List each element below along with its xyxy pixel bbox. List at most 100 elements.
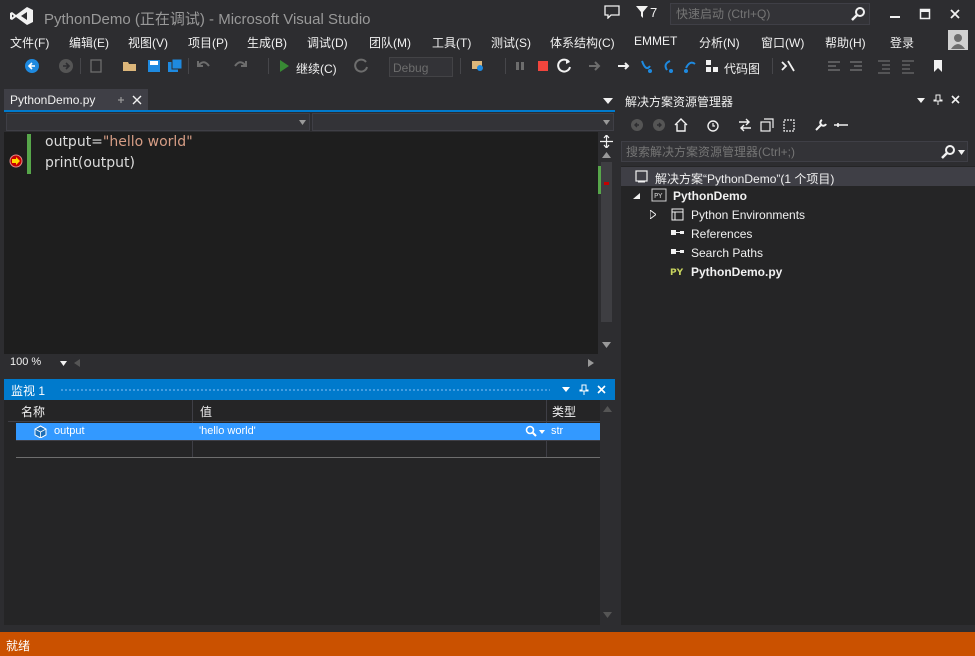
save-all-icon[interactable]: [167, 58, 183, 74]
bookmark-icon[interactable]: [930, 58, 946, 74]
save-icon[interactable]: [146, 58, 162, 74]
tab-list-dropdown-icon[interactable]: [603, 98, 613, 104]
account-avatar[interactable]: [948, 30, 968, 50]
menu-view[interactable]: 视图(V): [128, 34, 168, 51]
show-all-files-icon[interactable]: [781, 117, 797, 133]
stop-debugging-icon[interactable]: [535, 58, 551, 74]
editor-vertical-scrollbar[interactable]: [598, 132, 615, 354]
watch-panel-header[interactable]: 监视 1: [4, 379, 615, 400]
code-map-icon[interactable]: [704, 58, 720, 74]
code-editor[interactable]: output="hello world" print(output): [4, 132, 598, 354]
step-into-icon[interactable]: [638, 58, 654, 74]
close-icon[interactable]: [951, 95, 960, 104]
pin-icon[interactable]: [933, 94, 943, 105]
pin-icon[interactable]: [116, 95, 126, 105]
forward-icon[interactable]: [651, 117, 667, 133]
watch-empty-row[interactable]: [16, 440, 600, 458]
collapsed-arrow-icon[interactable]: [650, 210, 656, 219]
watch-value[interactable]: 'hello world': [199, 425, 256, 437]
quick-launch-box[interactable]: [670, 3, 870, 25]
scroll-up-icon[interactable]: [602, 152, 611, 158]
scroll-down-icon[interactable]: [603, 612, 612, 618]
chevron-down-icon[interactable]: [917, 98, 925, 103]
menu-team[interactable]: 团队(M): [369, 34, 411, 51]
type-scope-dropdown[interactable]: [6, 113, 310, 131]
menu-build[interactable]: 生成(B): [247, 34, 287, 51]
preview-selected-items-icon[interactable]: [833, 117, 849, 133]
solution-configuration-select[interactable]: Debug: [389, 57, 453, 77]
show-next-statement-icon[interactable]: [587, 58, 603, 74]
watch-vertical-scrollbar[interactable]: [600, 400, 615, 625]
continue-play-icon[interactable]: [276, 58, 292, 74]
zoom-dropdown[interactable]: 100 %: [8, 355, 70, 371]
code-line-1[interactable]: output="hello world": [45, 134, 193, 150]
menu-file[interactable]: 文件(F): [10, 34, 49, 51]
scroll-down-icon[interactable]: [602, 342, 611, 348]
scrollbar-thumb[interactable]: [601, 162, 612, 322]
menu-edit[interactable]: 编辑(E): [69, 34, 109, 51]
scroll-right-icon[interactable]: [588, 359, 594, 367]
indent-icon[interactable]: [876, 58, 892, 74]
step-into-arrow-icon[interactable]: [616, 58, 632, 74]
navigate-forward-icon[interactable]: [58, 58, 74, 74]
restart-icon[interactable]: [557, 58, 573, 74]
menu-project[interactable]: 项目(P): [188, 34, 228, 51]
properties-wrench-icon[interactable]: [813, 117, 829, 133]
watch-row[interactable]: output 'hello world' str: [16, 423, 600, 440]
menu-debug[interactable]: 调试(D): [307, 34, 348, 51]
indicator-margin[interactable]: [4, 132, 24, 354]
tree-item-python-environments[interactable]: Python Environments: [621, 205, 975, 224]
pin-icon[interactable]: [579, 384, 589, 395]
solution-explorer-header[interactable]: 解决方案资源管理器: [621, 89, 975, 110]
code-map-button[interactable]: 代码图: [724, 60, 760, 77]
menu-analyze[interactable]: 分析(N): [699, 34, 740, 51]
split-icon[interactable]: [600, 135, 613, 148]
break-all-icon[interactable]: [512, 58, 528, 74]
redo-icon[interactable]: [232, 58, 248, 74]
menu-tools[interactable]: 工具(T): [432, 34, 471, 51]
uncomment-icon[interactable]: [848, 58, 864, 74]
breakpoint-current-statement-icon[interactable]: [9, 154, 23, 168]
code-analysis-icon[interactable]: [780, 58, 796, 74]
search-icon[interactable]: [940, 144, 956, 160]
tree-item-solution[interactable]: 解决方案“PythonDemo”(1 个项目): [621, 167, 975, 186]
find-in-files-icon[interactable]: [470, 58, 486, 74]
quick-launch-input[interactable]: [671, 4, 849, 24]
close-tab-icon[interactable]: [132, 95, 142, 105]
sync-with-document-icon[interactable]: [737, 117, 753, 133]
search-icon[interactable]: [850, 6, 866, 22]
collapse-all-icon[interactable]: [759, 117, 775, 133]
chevron-down-icon[interactable]: [958, 150, 965, 155]
outdent-icon[interactable]: [900, 58, 916, 74]
tree-item-project[interactable]: PY PythonDemo: [621, 186, 975, 205]
chevron-down-icon[interactable]: [562, 387, 570, 392]
step-over-icon[interactable]: [660, 58, 676, 74]
tab-pythondemo-py[interactable]: PythonDemo.py: [4, 89, 148, 111]
menu-emmet[interactable]: EMMET: [634, 34, 677, 48]
step-out-icon[interactable]: [682, 58, 698, 74]
solution-explorer-search[interactable]: [621, 141, 968, 162]
column-type[interactable]: 类型: [552, 403, 576, 420]
continue-button[interactable]: 继续(C): [296, 60, 337, 77]
close-icon[interactable]: [597, 385, 606, 394]
new-item-icon[interactable]: [88, 58, 104, 74]
menu-test[interactable]: 测试(S): [491, 34, 531, 51]
column-name[interactable]: 名称: [21, 403, 45, 420]
scroll-up-icon[interactable]: [603, 406, 612, 412]
navigate-back-icon[interactable]: [24, 58, 40, 74]
home-icon[interactable]: [673, 117, 689, 133]
chevron-down-icon[interactable]: [539, 430, 545, 434]
close-button[interactable]: [940, 3, 970, 25]
refresh-icon[interactable]: [354, 58, 370, 74]
visualizer-magnifier-icon[interactable]: [525, 425, 537, 437]
expanded-arrow-icon[interactable]: [633, 193, 640, 199]
menu-architecture[interactable]: 体系结构(C): [550, 34, 615, 51]
sign-in-link[interactable]: 登录: [890, 34, 914, 51]
menu-help[interactable]: 帮助(H): [825, 34, 866, 51]
minimize-button[interactable]: [880, 3, 910, 25]
member-dropdown[interactable]: [312, 113, 614, 131]
back-icon[interactable]: [629, 117, 645, 133]
open-folder-icon[interactable]: [122, 58, 138, 74]
maximize-button[interactable]: [910, 3, 940, 25]
feedback-filter-icon[interactable]: [636, 6, 648, 18]
